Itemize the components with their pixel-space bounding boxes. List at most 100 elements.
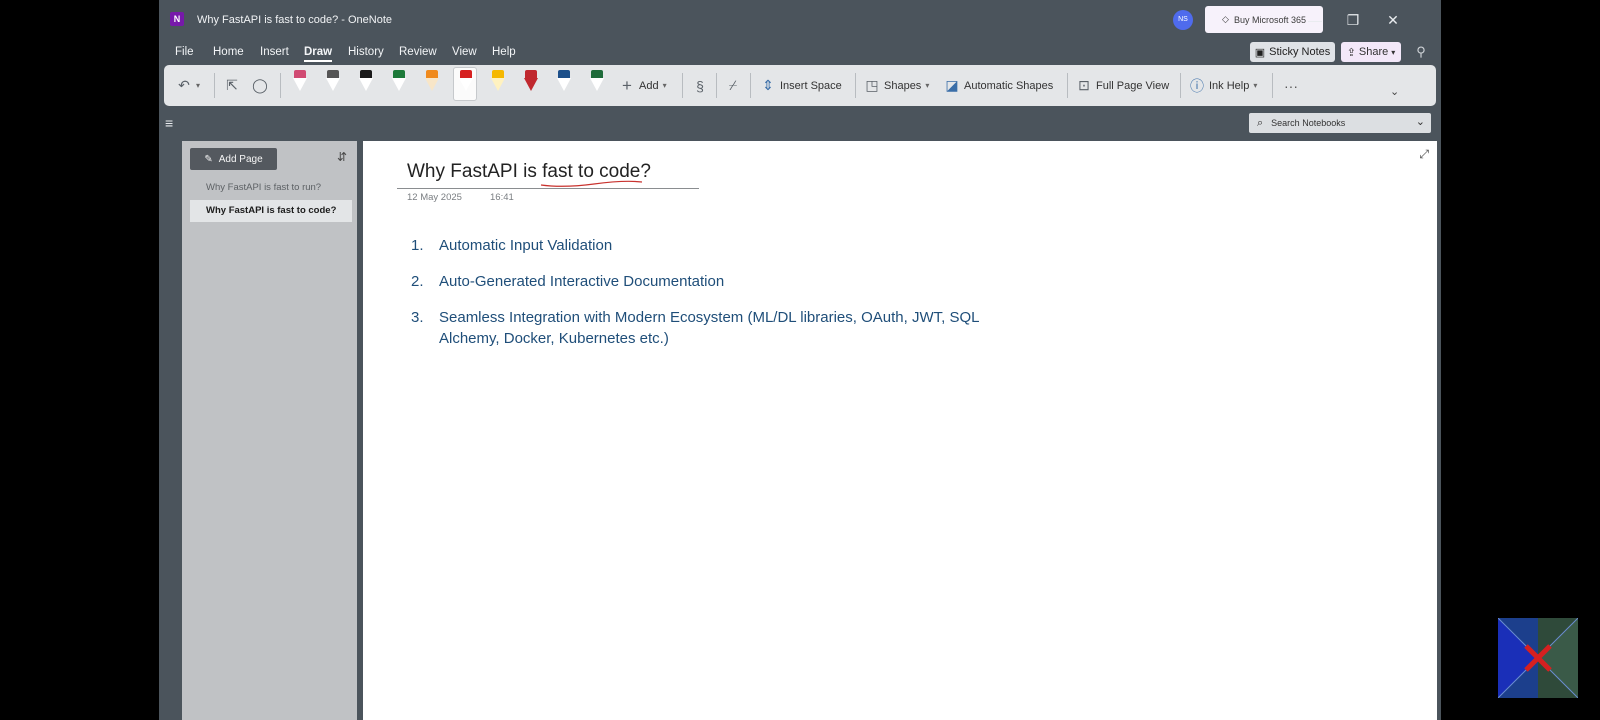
insert-space-icon: ⇕: [762, 77, 774, 93]
menu-insert[interactable]: Insert: [260, 46, 289, 58]
divider: [716, 73, 717, 98]
pen-1[interactable]: [288, 68, 312, 98]
search-notebooks-field[interactable]: ⌕ Search Notebooks ⌄: [1249, 113, 1431, 133]
list-number: 3.: [411, 309, 424, 326]
onenote-window: N Why FastAPI is fast to code? - OneNote…: [159, 0, 1441, 720]
chevron-down-icon: ▾: [1253, 81, 1258, 90]
divider: [1067, 73, 1068, 98]
pen-5[interactable]: [420, 68, 444, 98]
divider: [1180, 73, 1181, 98]
menu-help[interactable]: Help: [492, 46, 516, 58]
divider: [280, 73, 281, 98]
sort-icon[interactable]: ⇵: [337, 150, 347, 164]
chevron-down-icon: ⌄: [1390, 86, 1400, 98]
list-number: 2.: [411, 273, 424, 290]
divider: [214, 73, 215, 98]
ink-to-shape-button[interactable]: §: [692, 65, 708, 106]
buy-label: Buy Microsoft 365: [1233, 14, 1306, 25]
menu-view[interactable]: View: [452, 46, 477, 58]
add-pen-button[interactable]: + Add ▾: [619, 65, 667, 106]
select-button[interactable]: ⇱: [224, 65, 240, 106]
divider: [1272, 73, 1273, 98]
pen-2[interactable]: [321, 68, 345, 98]
menu-draw[interactable]: Draw: [304, 46, 333, 62]
pen-10[interactable]: [585, 68, 609, 98]
full-page-view-label: Full Page View: [1096, 79, 1170, 92]
avatar[interactable]: NS: [1173, 10, 1193, 30]
more-options-button[interactable]: ···: [1284, 65, 1298, 106]
automatic-shapes-button[interactable]: ◪ Automatic Shapes: [944, 65, 1053, 106]
list-number: 1.: [411, 237, 424, 254]
sticky-note-icon: ▣: [1254, 46, 1266, 59]
chevron-down-icon: ▾: [662, 81, 667, 90]
sticky-notes-label: Sticky Notes: [1269, 46, 1331, 58]
menu-review[interactable]: Review: [399, 46, 437, 58]
feedback-icon[interactable]: ⚲: [1410, 42, 1432, 62]
lasso-icon: ◯: [252, 77, 268, 93]
ruler-icon: ⌿: [728, 77, 738, 93]
shapes-button[interactable]: ◳ Shapes ▾: [864, 65, 929, 106]
add-icon: +: [622, 75, 632, 95]
full-page-view-button[interactable]: ⊡ Full Page View: [1076, 65, 1169, 106]
close-icon[interactable]: ✕: [1381, 10, 1405, 30]
menu-history[interactable]: History: [348, 46, 384, 58]
menu-bar: File Home Insert Draw History Review Vie…: [159, 40, 1441, 64]
chevron-down-icon: ▾: [1391, 47, 1396, 57]
list-text: Auto-Generated Interactive Documentation: [439, 273, 725, 290]
sticky-notes-button[interactable]: ▣ Sticky Notes: [1250, 42, 1335, 62]
ink-to-shape-icon: §: [696, 77, 704, 94]
pen-7[interactable]: [486, 68, 510, 98]
collapse-ribbon-button[interactable]: ⌄: [1390, 71, 1399, 112]
share-icon: ⇪: [1346, 46, 1356, 59]
full-page-icon: ⊡: [1078, 77, 1090, 93]
shapes-icon: ◳: [865, 77, 879, 93]
share-button[interactable]: ⇪ Share ▾: [1341, 42, 1401, 62]
add-label: Add: [639, 79, 659, 92]
pen-6-selected[interactable]: [453, 67, 477, 101]
hamburger-icon[interactable]: ≡: [165, 115, 173, 131]
ink-help-label: Ink Help: [1209, 79, 1250, 92]
corner-logo-image: [1498, 618, 1578, 698]
chevron-down-icon: ▾: [925, 81, 930, 90]
restore-icon[interactable]: ❐: [1341, 10, 1365, 30]
undo-button[interactable]: ↶ ▾: [176, 65, 200, 106]
page-canvas[interactable]: ⤢ Why FastAPI is fast to code? 12 May 20…: [363, 141, 1437, 720]
pen-8[interactable]: [519, 68, 543, 98]
list-text: Seamless Integration with Modern Ecosyst…: [439, 309, 979, 347]
menu-file[interactable]: File: [175, 46, 194, 58]
auto-shapes-icon: ◪: [945, 77, 959, 93]
pen-3[interactable]: [354, 68, 378, 98]
page-item-fast-to-code[interactable]: Why FastAPI is fast to code?: [190, 200, 352, 222]
search-notebooks-placeholder: Search Notebooks: [1271, 118, 1346, 128]
shapes-label: Shapes: [884, 79, 922, 92]
page-date: 12 May 2025: [407, 192, 462, 203]
title-bar: N Why FastAPI is fast to code? - OneNote…: [159, 0, 1441, 40]
chevron-down-icon: ▾: [196, 81, 201, 90]
diamond-icon: ◇: [1222, 14, 1229, 24]
divider: [855, 73, 856, 98]
add-page-button[interactable]: ✎ Add Page: [190, 148, 277, 170]
page-list-pane: ✎ Add Page ⇵ Why FastAPI is fast to run?…: [182, 141, 357, 720]
pen-9[interactable]: [552, 68, 576, 98]
new-page-icon: ✎: [204, 153, 213, 165]
help-icon: ⓘ: [1190, 77, 1204, 94]
minimize-icon[interactable]: —: [1303, 10, 1327, 30]
share-label: Share: [1358, 46, 1389, 58]
page-time: 16:41: [490, 192, 514, 203]
ruler-button[interactable]: ⌿: [725, 65, 741, 106]
more-label: ···: [1284, 77, 1298, 94]
expand-icon[interactable]: ⤢: [1419, 147, 1429, 162]
window-title: Why FastAPI is fast to code? - OneNote: [197, 14, 393, 26]
page-item-fast-to-run[interactable]: Why FastAPI is fast to run?: [190, 177, 352, 199]
draw-ribbon: ↶ ▾ ⇱ ◯ + Add ▾ § ⌿ ⇕ Insert Space ◳ Sha…: [164, 65, 1436, 106]
insert-space-label: Insert Space: [780, 79, 842, 92]
divider: [682, 73, 683, 98]
ink-help-button[interactable]: ⓘ Ink Help ▾: [1189, 65, 1257, 106]
insert-space-button[interactable]: ⇕ Insert Space: [760, 65, 842, 106]
list-text: Automatic Input Validation: [439, 237, 613, 254]
lasso-button[interactable]: ◯: [252, 65, 268, 106]
pen-4[interactable]: [387, 68, 411, 98]
undo-icon: ↶: [178, 77, 190, 93]
menu-home[interactable]: Home: [213, 46, 244, 58]
title-underline: [397, 188, 699, 189]
